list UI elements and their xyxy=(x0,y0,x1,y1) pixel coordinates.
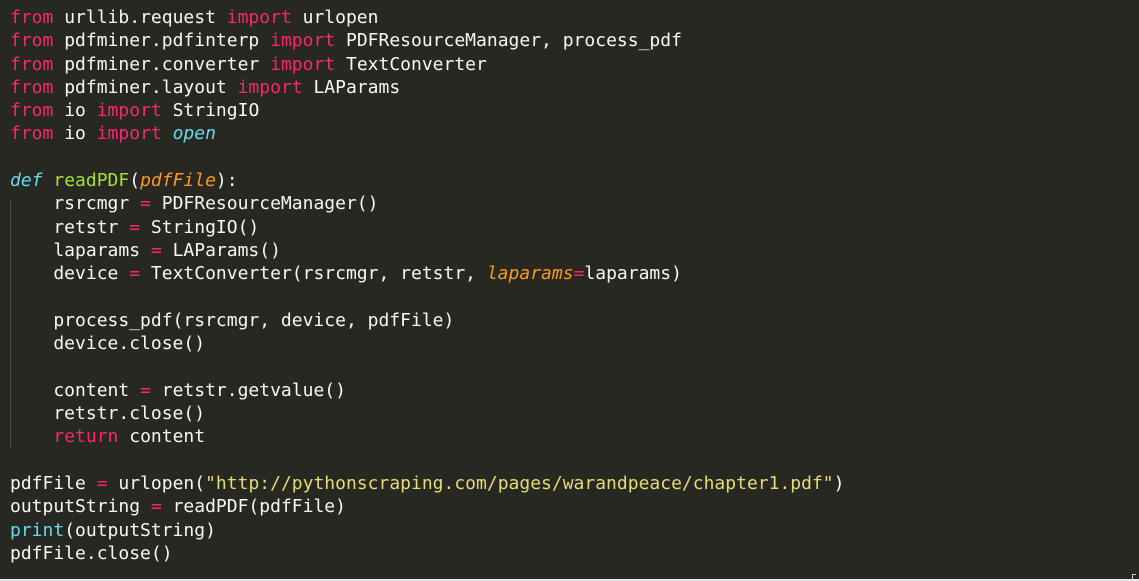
code-token: from xyxy=(10,30,54,52)
code-token: pdfminer.pdfinterp xyxy=(53,30,271,52)
code-token: def xyxy=(10,170,43,192)
code-line: content = retstr.getvalue() xyxy=(10,379,1139,402)
code-token: PDFResourceManager, process_pdf xyxy=(335,30,682,52)
code-line: retstr.close() xyxy=(10,402,1139,425)
code-line: pdfFile.close() xyxy=(10,542,1139,565)
code-token: StringIO() xyxy=(140,216,260,238)
code-token: = xyxy=(140,379,151,401)
code-token: content xyxy=(118,426,206,448)
code-token: from xyxy=(10,7,54,28)
code-token: laparams) xyxy=(584,263,682,285)
code-token: = xyxy=(129,263,141,285)
code-token: readPDF xyxy=(53,170,130,192)
code-token: from xyxy=(10,100,54,122)
code-token: import xyxy=(226,7,292,28)
code-token: = xyxy=(150,239,162,261)
code-token: "http://pythonscraping.com/pages/warandp… xyxy=(205,472,834,494)
code-line: from io import StringIO xyxy=(10,99,1139,122)
code-line: print(outputString) xyxy=(10,519,1139,542)
code-line: from pdfminer.converter import TextConve… xyxy=(10,53,1139,76)
code-token: = xyxy=(129,216,141,238)
code-token: ) xyxy=(833,472,845,494)
code-token: = xyxy=(573,263,585,285)
code-line: device.close() xyxy=(10,332,1139,355)
code-token: = xyxy=(96,472,108,494)
code-token: pdfFile.close() xyxy=(10,542,173,564)
code-line: outputString = readPDF(pdfFile) xyxy=(10,495,1139,518)
code-token: retstr.close() xyxy=(10,403,206,425)
code-token: import xyxy=(96,100,162,122)
code-token: ( xyxy=(129,170,141,192)
code-line: retstr = StringIO() xyxy=(10,216,1139,239)
code-token: (outputString) xyxy=(64,519,216,541)
code-line: from pdfminer.layout import LAParams xyxy=(10,76,1139,99)
code-token: StringIO xyxy=(161,100,260,122)
code-token: process_pdf(rsrcmgr, device, pdfFile) xyxy=(10,309,455,331)
code-block[interactable]: from urllib.request import urlopen from p… xyxy=(10,6,1139,565)
code-token: retstr.getvalue() xyxy=(150,379,346,401)
code-token: import xyxy=(270,30,336,52)
code-token: urllib.request xyxy=(53,7,227,28)
code-token: print xyxy=(10,519,65,541)
code-token: io xyxy=(53,100,97,122)
code-token: TextConverter(rsrcmgr, retstr, xyxy=(140,263,487,285)
code-line: pdfFile = urlopen("http://pythonscraping… xyxy=(10,472,1139,495)
code-token: laparams xyxy=(486,263,574,285)
code-line: from pdfminer.pdfinterp import PDFResour… xyxy=(10,29,1139,52)
code-token: open xyxy=(172,123,216,145)
code-token: io xyxy=(53,123,97,145)
code-token: pdfFile xyxy=(140,170,216,192)
code-line: rsrcmgr = PDFResourceManager() xyxy=(10,192,1139,215)
code-token: from xyxy=(10,123,54,145)
code-token: pdfminer.layout xyxy=(53,76,238,98)
code-token: PDFResourceManager() xyxy=(150,193,379,215)
code-editor[interactable]: from urllib.request import urlopen from p… xyxy=(0,0,1139,581)
code-token: content xyxy=(10,379,141,401)
code-token: pdfminer.converter xyxy=(53,53,271,75)
code-token: device xyxy=(10,263,130,285)
code-token: readPDF(pdfFile) xyxy=(161,496,346,518)
code-token: urlopen xyxy=(291,7,379,28)
code-token: return xyxy=(53,426,119,448)
code-token: from xyxy=(10,76,54,98)
code-token: rsrcmgr xyxy=(10,193,141,215)
code-token: pdfFile xyxy=(10,472,97,494)
code-token: LAParams() xyxy=(161,239,281,261)
code-token: device.close() xyxy=(10,333,206,355)
code-line: from urllib.request import urlopen xyxy=(10,6,1139,29)
code-token: = xyxy=(140,193,151,215)
code-token: outputString xyxy=(10,496,151,518)
code-token: LAParams xyxy=(302,76,401,98)
code-line: process_pdf(rsrcmgr, device, pdfFile) xyxy=(10,309,1139,332)
code-line: def readPDF(pdfFile): xyxy=(10,169,1139,192)
code-token: import xyxy=(96,123,162,145)
code-token: from xyxy=(10,53,54,75)
resize-corner-icon xyxy=(1132,574,1136,580)
code-line: laparams = LAParams() xyxy=(10,239,1139,262)
code-token: = xyxy=(150,496,162,518)
code-token: laparams xyxy=(10,239,151,261)
code-token: ): xyxy=(215,170,238,192)
code-line: device = TextConverter(rsrcmgr, retstr, … xyxy=(10,262,1139,285)
code-token: import xyxy=(237,76,303,98)
code-token: retstr xyxy=(10,216,130,238)
code-token: TextConverter xyxy=(335,53,487,75)
code-token: import xyxy=(270,53,336,75)
code-line: from io import open xyxy=(10,122,1139,145)
code-line: return content xyxy=(10,425,1139,448)
code-token: urlopen( xyxy=(107,472,206,494)
